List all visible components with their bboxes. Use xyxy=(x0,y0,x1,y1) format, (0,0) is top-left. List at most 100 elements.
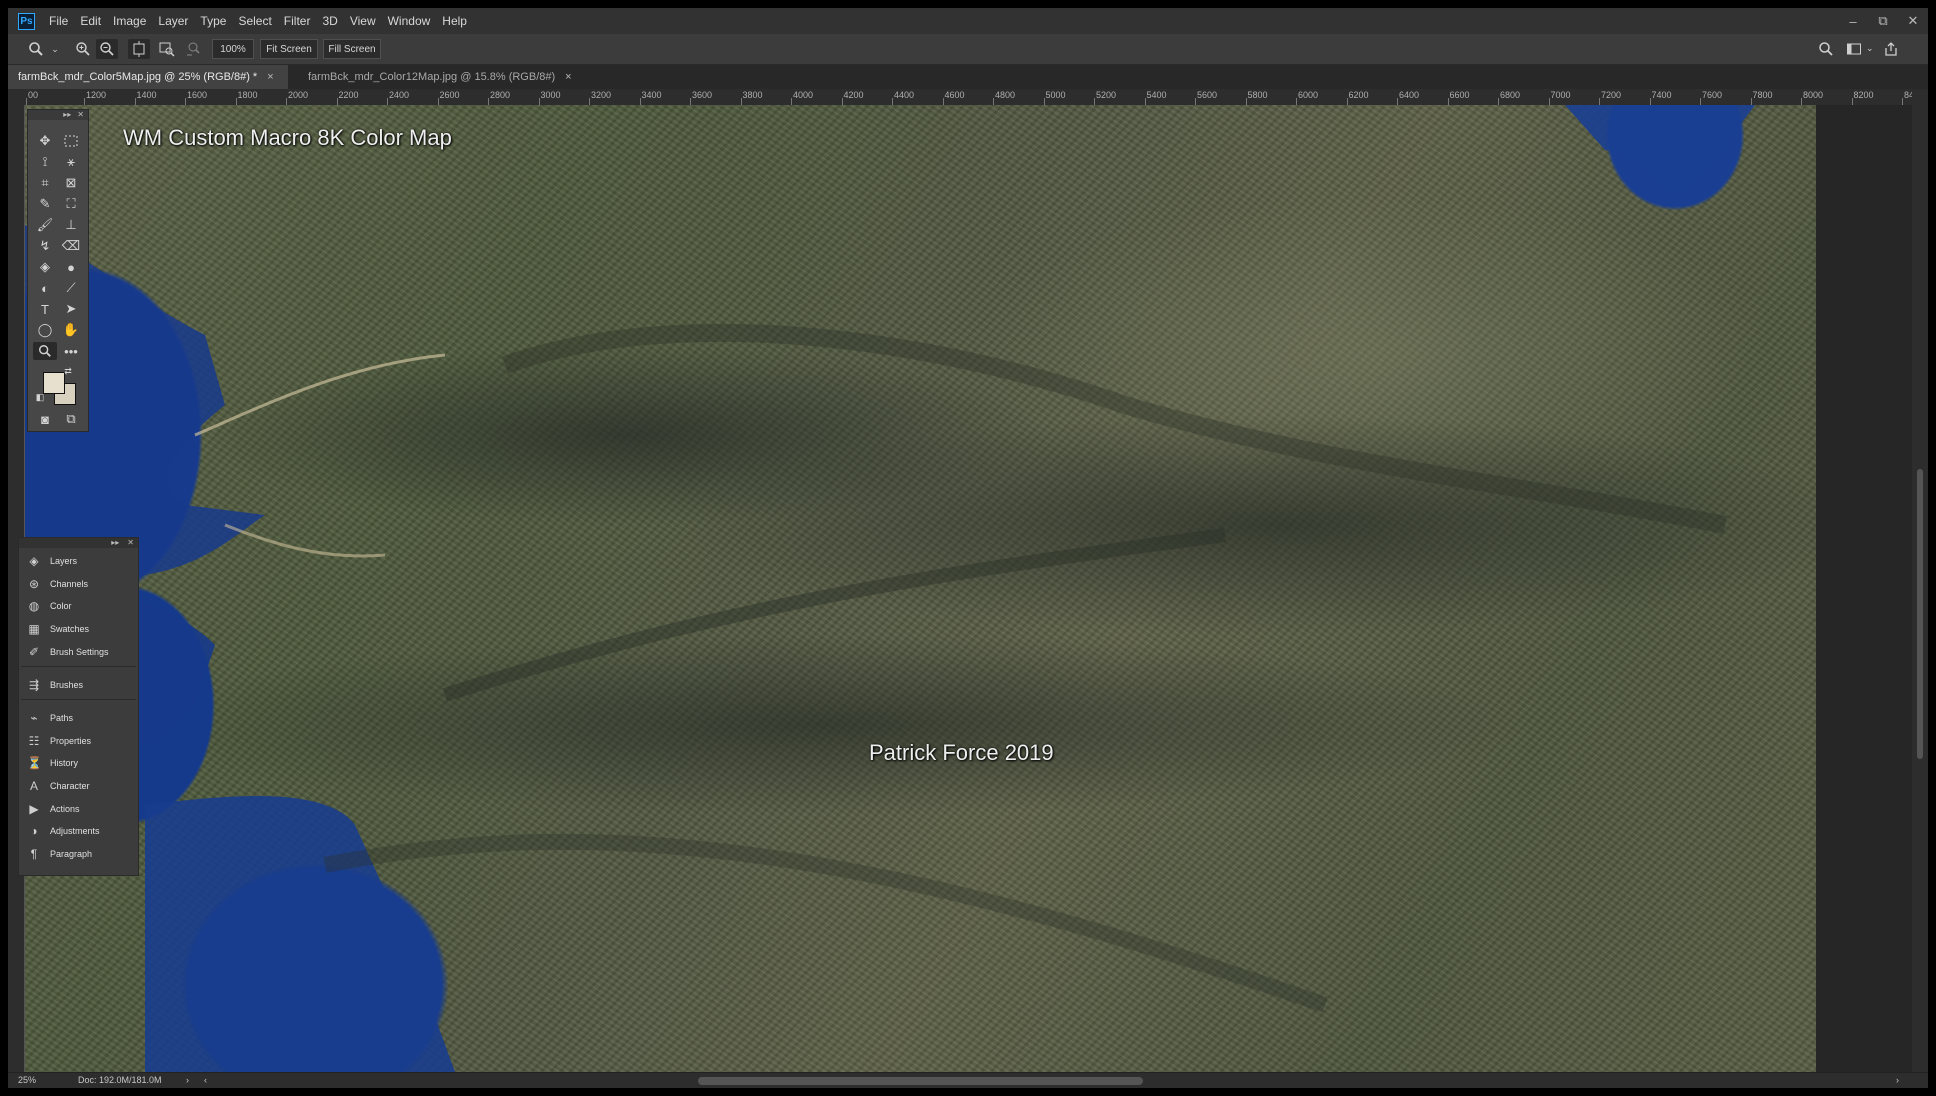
menu-type[interactable]: Type xyxy=(194,8,232,34)
share-icon[interactable] xyxy=(1883,41,1899,60)
close-window-button[interactable]: ✕ xyxy=(1898,8,1928,34)
menu-view[interactable]: View xyxy=(344,8,382,34)
app-logo-icon: Ps xyxy=(18,12,35,30)
menu-help[interactable]: Help xyxy=(436,8,473,34)
horizontal-scroll-thumb[interactable] xyxy=(698,1077,1143,1085)
more-tools-icon[interactable]: ••• xyxy=(59,342,83,360)
patch-tool-icon[interactable]: ⛶ xyxy=(59,195,83,213)
brush-tool-icon[interactable]: 🖌 xyxy=(33,216,57,234)
status-zoom-field[interactable]: 25% xyxy=(18,1075,36,1085)
crop-tool-icon[interactable]: ⌗ xyxy=(33,174,57,192)
ellipse-tool-icon[interactable]: ◯ xyxy=(33,321,57,339)
close-toolbar-icon[interactable]: ✕ xyxy=(77,110,84,120)
zoom-out-icon[interactable] xyxy=(96,39,118,59)
menu-filter[interactable]: Filter xyxy=(278,8,317,34)
search-icon[interactable] xyxy=(1818,41,1834,60)
default-colors-icon[interactable]: ◧ xyxy=(34,392,46,402)
stamp-tool-icon[interactable]: ⊥ xyxy=(59,216,83,234)
scroll-left-icon[interactable]: ‹ xyxy=(204,1075,207,1085)
chevron-down-icon[interactable]: ⌄ xyxy=(50,39,60,59)
menu-layer[interactable]: Layer xyxy=(152,8,194,34)
zoom-tool-preset-icon[interactable] xyxy=(24,39,48,59)
ruler-tick-mark xyxy=(1498,98,1499,105)
paint-bucket-tool-icon[interactable]: ◈ xyxy=(33,258,57,276)
panel-item-label: Actions xyxy=(50,804,80,814)
panel-item-brushes[interactable]: ⇶ Brushes xyxy=(19,674,138,696)
collapse-toolbar-icon[interactable]: ▸▸ xyxy=(63,110,71,120)
ruler-tick-mark xyxy=(437,98,439,105)
history-brush-tool-icon[interactable]: ↯ xyxy=(33,237,57,255)
marquee-tool-icon[interactable] xyxy=(59,132,83,150)
ruler-tick-mark xyxy=(1801,98,1802,105)
panel-item-character[interactable]: A Character xyxy=(19,775,138,797)
workspace-chevron-down-icon[interactable]: ⌄ xyxy=(1866,43,1874,54)
frame-tool-icon[interactable]: ⊠ xyxy=(59,174,83,192)
document-canvas[interactable]: WM Custom Macro 8K Color Map Patrick For… xyxy=(25,105,1816,1072)
menu-edit[interactable]: Edit xyxy=(74,8,107,34)
screen-mode-icon[interactable]: ⧉ xyxy=(59,410,83,428)
vertical-scroll-thumb[interactable] xyxy=(1917,469,1923,759)
move-tool-icon[interactable]: ✥ xyxy=(33,132,57,150)
ruler-tick-mark xyxy=(235,98,237,105)
panel-item-color[interactable]: ◍ Color xyxy=(19,595,138,617)
pen-tool-icon[interactable]: ⟋ xyxy=(59,279,83,297)
menu-bar: Ps File Edit Image Layer Type Select Fil… xyxy=(8,8,1928,34)
eraser-tool-icon[interactable]: ⌫ xyxy=(59,237,83,255)
menu-file[interactable]: File xyxy=(43,8,74,34)
tab-label: farmBck_mdr_Color12Map.jpg @ 15.8% (RGB/… xyxy=(308,71,556,83)
tab-farmbck-color5map[interactable]: farmBck_mdr_Color5Map.jpg @ 25% (RGB/8#)… xyxy=(8,65,288,89)
status-menu-chevron-icon[interactable]: › xyxy=(186,1075,189,1085)
close-panels-icon[interactable]: ✕ xyxy=(127,538,134,548)
lasso-tool-icon[interactable]: ⟟ xyxy=(33,153,57,171)
workspace-icon[interactable] xyxy=(1846,41,1862,60)
ruler-tick-label: 7400 xyxy=(1651,90,1672,100)
menu-select[interactable]: Select xyxy=(232,8,277,34)
zoom-tool-icon[interactable] xyxy=(33,342,57,360)
brush-settings-icon: ✐ xyxy=(28,645,40,659)
restore-button[interactable]: ⧉ xyxy=(1868,8,1898,34)
blur-tool-icon[interactable]: ● xyxy=(59,258,83,276)
dodge-tool-icon[interactable]: ◐ xyxy=(33,279,57,297)
terrain-map-image xyxy=(25,105,1755,1072)
close-tab-icon[interactable]: × xyxy=(267,71,273,83)
panel-item-paragraph[interactable]: ¶ Paragraph xyxy=(19,843,138,865)
collapse-panels-icon[interactable]: ▸▸ xyxy=(111,538,119,548)
panel-item-adjustments[interactable]: ◑ Adjustments xyxy=(19,820,138,842)
resize-windows-icon[interactable] xyxy=(128,39,150,59)
scrubby-zoom-icon[interactable] xyxy=(182,39,204,59)
panel-item-paths[interactable]: ⌁ Paths xyxy=(19,707,138,729)
vertical-scrollbar[interactable] xyxy=(1912,89,1928,1072)
panel-item-brush-settings[interactable]: ✐ Brush Settings xyxy=(19,641,138,663)
zoom-all-windows-icon[interactable] xyxy=(156,39,178,59)
menu-window[interactable]: Window xyxy=(382,8,437,34)
minimize-button[interactable]: – xyxy=(1838,8,1868,34)
ruler-tick-mark xyxy=(1144,98,1146,105)
ruler-tick-label: 7000 xyxy=(1550,90,1571,100)
panel-item-properties[interactable]: ☷ Properties xyxy=(19,730,138,752)
type-tool-icon[interactable]: T xyxy=(33,300,57,318)
scroll-right-icon[interactable]: › xyxy=(1896,1075,1899,1085)
menu-3d[interactable]: 3D xyxy=(316,8,343,34)
tab-farmbck-color12map[interactable]: farmBck_mdr_Color12Map.jpg @ 15.8% (RGB/… xyxy=(298,65,598,89)
panel-item-history[interactable]: ⏳ History xyxy=(19,752,138,774)
path-selection-tool-icon[interactable]: ➤ xyxy=(59,300,83,318)
panel-item-actions[interactable]: ▶ Actions xyxy=(19,798,138,820)
ruler-tick-label: 5400 xyxy=(1146,90,1167,100)
panel-item-layers[interactable]: ◈ Layers xyxy=(19,550,138,572)
panel-item-swatches[interactable]: ▦ Swatches xyxy=(19,618,138,640)
ruler-tick-label: 8200 xyxy=(1853,90,1874,100)
zoom-in-icon[interactable] xyxy=(72,39,94,59)
hand-tool-icon[interactable]: ✋ xyxy=(59,321,83,339)
panel-item-channels[interactable]: ⊛ Channels xyxy=(19,573,138,595)
fill-screen-button[interactable]: Fill Screen xyxy=(323,39,381,59)
zoom-level-field[interactable]: 100% xyxy=(212,39,254,59)
status-doc-size[interactable]: Doc: 192.0M/181.0M xyxy=(78,1075,162,1085)
eyedropper-tool-icon[interactable]: ✎ xyxy=(33,195,57,213)
menu-image[interactable]: Image xyxy=(107,8,152,34)
fit-screen-button[interactable]: Fit Screen xyxy=(260,39,318,59)
swap-colors-icon[interactable]: ⇄ xyxy=(62,366,74,376)
quick-mask-icon[interactable]: ◙ xyxy=(33,410,57,428)
close-tab-icon[interactable]: × xyxy=(565,71,571,83)
paragraph-icon: ¶ xyxy=(30,847,38,861)
magic-wand-tool-icon[interactable]: ⚹ xyxy=(59,153,83,171)
